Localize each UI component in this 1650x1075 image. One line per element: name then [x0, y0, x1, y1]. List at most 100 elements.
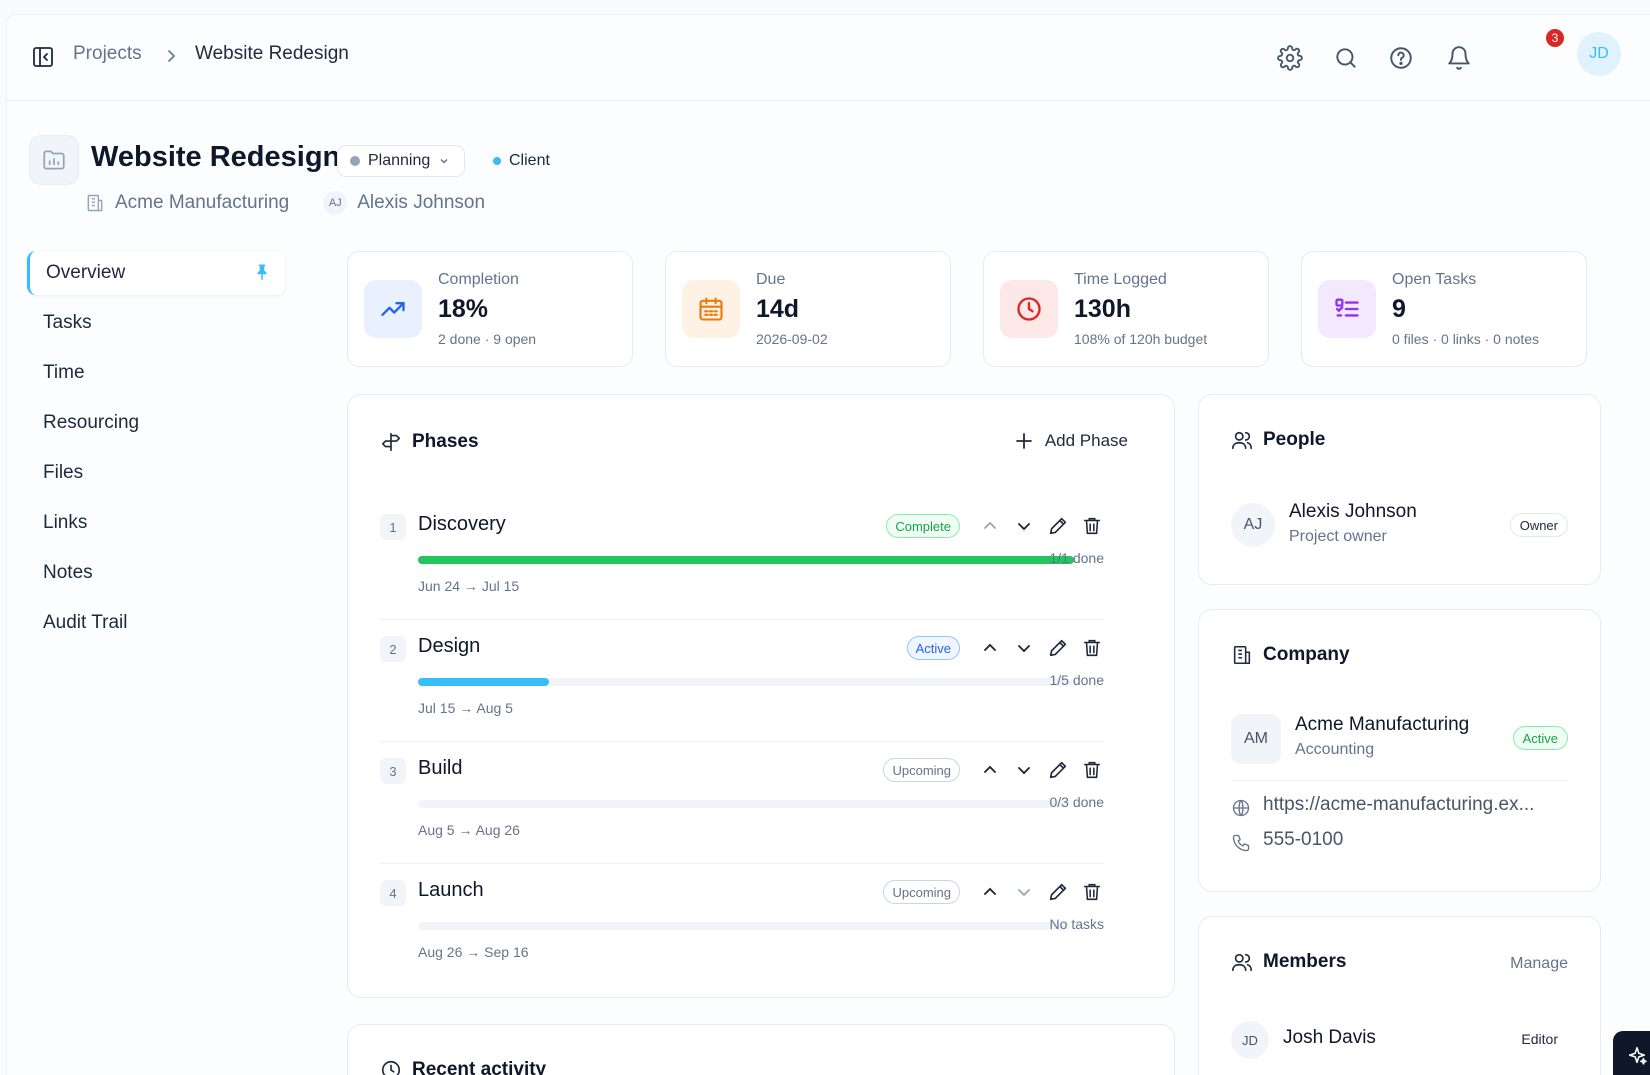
- breadcrumb-projects[interactable]: Projects: [73, 43, 142, 65]
- stat-subtext: 108% of 120h budget: [1074, 331, 1208, 347]
- phase-name[interactable]: Discovery: [418, 513, 506, 536]
- nav-item-audit-trail[interactable]: Audit Trail: [27, 601, 285, 645]
- owner-tag: Owner: [1509, 513, 1568, 537]
- phase-status-badge: Complete: [886, 514, 960, 538]
- chevron-up-icon: [984, 765, 996, 773]
- pencil-icon: [1049, 883, 1067, 901]
- nav-item-label: Resourcing: [43, 412, 140, 433]
- project-type-label: Client: [509, 152, 550, 169]
- building-icon: [1233, 645, 1251, 665]
- delete-phase-button[interactable]: [1080, 514, 1104, 538]
- progress-text: 1/5 done: [1049, 672, 1105, 688]
- chevron-right-icon: [168, 50, 176, 62]
- phases-header: Phases: [380, 431, 479, 453]
- nav-item-links[interactable]: Links: [27, 501, 285, 545]
- chevron-up-icon: [984, 521, 996, 529]
- stat-card-due: Due 14d 2026-09-02: [665, 251, 951, 367]
- project-owner-name[interactable]: Alexis Johnson: [357, 192, 485, 214]
- add-phase-label: Add Phase: [1044, 431, 1128, 450]
- status-dropdown[interactable]: Planning: [337, 145, 466, 177]
- pin-icon[interactable]: [253, 263, 271, 281]
- move-up-button: [978, 514, 1002, 538]
- status-dot: [350, 156, 360, 166]
- phase-number: 1: [380, 514, 406, 540]
- delete-phase-button[interactable]: [1080, 636, 1104, 660]
- progress-text: 0/3 done: [1049, 794, 1105, 810]
- company-avatar: AM: [1231, 714, 1281, 764]
- move-up-button[interactable]: [978, 758, 1002, 782]
- company-status-badge: Active: [1512, 726, 1568, 750]
- pencil-icon: [1049, 517, 1067, 535]
- company-name[interactable]: Acme Manufacturing: [1295, 714, 1469, 736]
- phases-card: Phases Add Phase 1 Discovery Complete 1/…: [347, 394, 1175, 998]
- stat-subtext: 2 done · 9 open: [438, 331, 537, 347]
- project-meta: Acme Manufacturing AJ Alexis Johnson: [85, 191, 485, 215]
- calendar-icon: [682, 280, 740, 338]
- move-down-button[interactable]: [1012, 758, 1036, 782]
- nav-item-label: Audit Trail: [43, 612, 128, 633]
- people-title: People: [1263, 429, 1326, 450]
- company-industry: Accounting: [1295, 741, 1375, 758]
- phase-row: 3 Build Upcoming 0/3 done Aug 5 → Aug 26: [380, 748, 1104, 864]
- recent-activity-header: Recent activity: [380, 1059, 546, 1075]
- company-url-link[interactable]: https://acme-manufacturing.ex...: [1263, 794, 1534, 816]
- stat-label: Completion: [438, 271, 519, 288]
- gear-icon[interactable]: [1277, 45, 1303, 71]
- company-phone-link[interactable]: 555-0100: [1263, 829, 1343, 851]
- add-phase-button[interactable]: Add Phase: [1015, 431, 1128, 451]
- phase-name[interactable]: Design: [418, 635, 480, 658]
- ai-assistant-button[interactable]: [1613, 1031, 1650, 1075]
- member-name[interactable]: Josh Davis: [1283, 1027, 1376, 1049]
- chevron-down-icon: [1018, 645, 1030, 653]
- nav-item-resourcing[interactable]: Resourcing: [27, 401, 285, 445]
- stat-card-completion: Completion 18% 2 done · 9 open: [347, 251, 633, 367]
- phases-title: Phases: [412, 431, 479, 452]
- phase-status-badge: Active: [906, 636, 960, 660]
- move-down-button[interactable]: [1012, 636, 1036, 660]
- pencil-icon: [1049, 761, 1067, 779]
- person-name[interactable]: Alexis Johnson: [1289, 501, 1417, 523]
- trend-up-icon: [364, 280, 422, 338]
- users-icon: [1232, 431, 1252, 450]
- person-avatar: AJ: [1231, 503, 1275, 547]
- project-nav: Overview Tasks Time Resourcing Files Lin…: [27, 251, 285, 651]
- nav-item-notes[interactable]: Notes: [27, 551, 285, 595]
- progress-bar: [418, 678, 1071, 686]
- phase-number: 4: [380, 880, 406, 906]
- edit-phase-button[interactable]: [1046, 758, 1070, 782]
- delete-phase-button[interactable]: [1080, 758, 1104, 782]
- project-company-link[interactable]: Acme Manufacturing: [115, 192, 289, 214]
- nav-item-time[interactable]: Time: [27, 351, 285, 395]
- member-role[interactable]: Editor: [1521, 1031, 1558, 1047]
- phase-row: 2 Design Active 1/5 done Jul 15 → Aug 5: [380, 626, 1104, 742]
- edit-phase-button[interactable]: [1046, 636, 1070, 660]
- company-title: Company: [1263, 644, 1350, 665]
- move-up-button[interactable]: [978, 880, 1002, 904]
- manage-members-button[interactable]: Manage: [1510, 955, 1568, 973]
- nav-item-overview[interactable]: Overview: [27, 251, 285, 295]
- phase-status-badge: Upcoming: [883, 880, 960, 904]
- phase-row: 4 Launch Upcoming No tasks Aug 26 → Sep …: [380, 870, 1104, 986]
- stat-value: 130h: [1074, 295, 1131, 323]
- nav-item-tasks[interactable]: Tasks: [27, 301, 285, 345]
- chevron-down-icon: [440, 158, 448, 164]
- nav-item-files[interactable]: Files: [27, 451, 285, 495]
- chevron-down-icon: [1018, 889, 1030, 897]
- phase-dates: Aug 5 → Aug 26: [418, 822, 520, 838]
- delete-phase-button[interactable]: [1080, 880, 1104, 904]
- page-title: Website Redesign: [91, 141, 341, 173]
- status-label: Planning: [368, 152, 431, 169]
- phase-name[interactable]: Build: [418, 757, 462, 780]
- help-icon[interactable]: [1388, 45, 1414, 71]
- edit-phase-button[interactable]: [1046, 514, 1070, 538]
- move-down-button[interactable]: [1012, 514, 1036, 538]
- user-avatar[interactable]: JD: [1577, 32, 1621, 76]
- move-up-button[interactable]: [978, 636, 1002, 660]
- bell-icon[interactable]: [1446, 45, 1472, 71]
- signpost-icon: [381, 432, 401, 452]
- phase-name[interactable]: Launch: [418, 879, 484, 902]
- nav-item-label: Time: [43, 362, 85, 383]
- edit-phase-button[interactable]: [1046, 880, 1070, 904]
- sidebar-toggle-icon[interactable]: [31, 45, 55, 69]
- search-icon[interactable]: [1333, 45, 1359, 71]
